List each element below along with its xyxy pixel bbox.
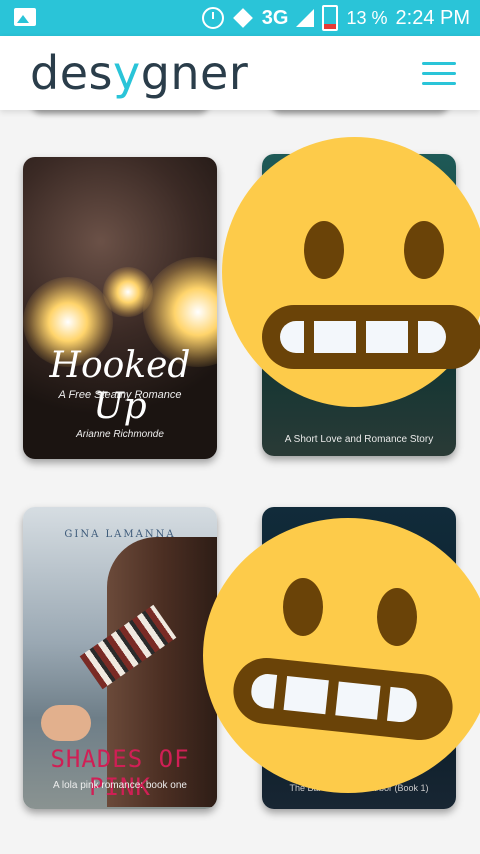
battery-level: 13 % [346,7,388,28]
desygner-logo[interactable]: desygner [30,46,248,100]
logo-mark: y [112,46,141,100]
template-grid: Hooked Up A Free Steamy Romance Arianne … [0,110,480,854]
data-saver-icon [232,8,253,28]
grimacing-face-emoji-icon [203,518,480,793]
clock: 2:24 PM [395,6,470,29]
book-title: SHADES OF PINK [50,745,190,801]
status-bar: 3G 13 % 2:24 PM [0,0,480,36]
book-cover-card[interactable]: Hooked Up A Free Steamy Romance Arianne … [23,157,217,459]
app-header: desygner [0,36,480,110]
book-title: Hooked Up [49,345,191,427]
grimacing-face-emoji-icon [222,137,480,407]
network-type: 3G [261,6,289,29]
status-bar-right: 3G 13 % 2:24 PM [201,5,470,31]
signal-icon [296,9,315,27]
book-cover-card[interactable]: GINA LAMANNA SHADES OF PINK A lola pink … [23,507,217,809]
logo-text-part1: des [30,46,113,100]
logo-text-part2: gner [140,46,249,100]
book-subtitle: A Free Steamy Romance [58,389,182,401]
book-subtitle: A Short Love and Romance Story [284,434,434,445]
alarm-icon [201,7,224,29]
book-author: Arianne Richmonde [76,429,164,440]
book-subtitle: A lola pink romance: book one [53,780,187,791]
battery-icon [322,5,339,31]
hamburger-menu-icon[interactable] [422,62,456,86]
gallery-notification-icon [14,8,36,26]
